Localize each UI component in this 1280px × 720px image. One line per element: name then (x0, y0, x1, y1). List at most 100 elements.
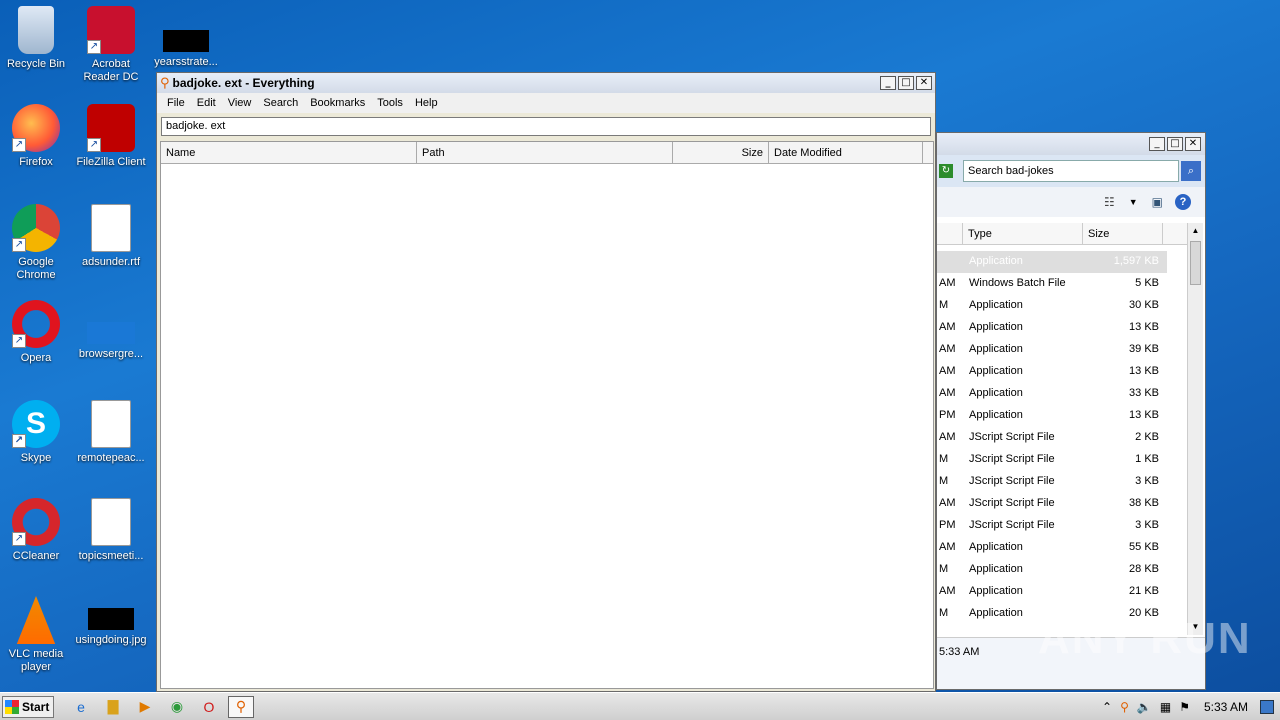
desktop-icon-ccleaner[interactable]: ↗ CCleaner (0, 498, 72, 563)
windows-logo-icon (5, 699, 19, 714)
desktop-icon-browsergre[interactable]: browsergre... (75, 300, 147, 361)
table-row[interactable]: M JScript Script File 3 KB (937, 471, 1167, 493)
scrollbar-thumb[interactable] (1190, 241, 1201, 285)
desktop-icon-topicsmeeti[interactable]: topicsmeeti... (75, 498, 147, 563)
minimize-button[interactable]: _ (1149, 137, 1165, 151)
everything-taskbar-icon[interactable]: ⚲ (228, 695, 254, 718)
help-icon[interactable]: ? (1175, 194, 1191, 210)
start-button[interactable]: Start (2, 695, 54, 718)
media-player-icon[interactable]: ▶ (132, 696, 158, 718)
row-type: Application (969, 585, 1023, 597)
table-row[interactable]: M Application 28 KB (937, 559, 1167, 581)
menu-tools[interactable]: Tools (371, 97, 409, 109)
results-list[interactable]: Name Path Size Date Modified (160, 141, 934, 689)
file-thumbnail-icon (163, 30, 209, 52)
table-row[interactable]: M Application 30 KB (937, 295, 1167, 317)
row-type: JScript Script File (969, 453, 1055, 465)
close-button[interactable]: ✕ (916, 76, 932, 90)
menu-edit[interactable]: Edit (191, 97, 222, 109)
desktop-icon-yearsstrate[interactable]: yearsstrate... (150, 20, 222, 69)
desktop-icon-acrobat[interactable]: ↗ Acrobat Reader DC (75, 6, 147, 84)
desktop-icon-remotepeac[interactable]: remotepeac... (75, 400, 147, 465)
maximize-button[interactable]: □ (898, 76, 914, 90)
row-date: M (939, 475, 949, 487)
preview-pane-icon[interactable]: ▣ (1152, 195, 1163, 209)
menu-bookmarks[interactable]: Bookmarks (304, 97, 371, 109)
maximize-button[interactable]: □ (1167, 137, 1183, 151)
row-date: AM (939, 321, 956, 333)
file-explorer-icon[interactable]: ▇ (100, 696, 126, 718)
word-document-icon (91, 498, 131, 546)
column-size[interactable]: Size (1083, 223, 1163, 244)
row-size: 13 KB (1129, 365, 1159, 377)
table-row[interactable]: AM Windows Batch File 5 KB (937, 273, 1167, 295)
row-size: 33 KB (1129, 387, 1159, 399)
table-row[interactable]: M JScript Script File 1 KB (937, 449, 1167, 471)
row-date: M (939, 453, 949, 465)
show-hidden-icons-icon[interactable]: ⌃ (1102, 700, 1112, 714)
minimize-button[interactable]: _ (880, 76, 896, 90)
skype-icon: S ↗ (12, 400, 60, 448)
explorer-column-header: Type Size (937, 223, 1189, 245)
desktop-icon-firefox[interactable]: ↗ Firefox (0, 104, 72, 169)
opera-taskbar-icon[interactable]: O (196, 696, 222, 718)
taskbar: Start e ▇ ▶ ◉ O ⚲ ⌃ ⚲ 🔈 ▦ ⚑ 5:33 AM (0, 692, 1280, 720)
column-path[interactable]: Path (417, 142, 673, 163)
column-date-modified[interactable]: Date Modified (769, 142, 923, 163)
desktop-icon-chrome[interactable]: ↗ Google Chrome (0, 204, 72, 282)
desktop-icon-opera[interactable]: ↗ Opera (0, 300, 72, 365)
table-row[interactable]: AM Application 55 KB (937, 537, 1167, 559)
show-desktop-button[interactable] (1260, 699, 1274, 714)
refresh-icon[interactable]: ↻ (939, 164, 953, 178)
menu-help[interactable]: Help (409, 97, 444, 109)
table-row[interactable]: AM Application 13 KB (937, 361, 1167, 383)
desktop-icon-usingdoing[interactable]: usingdoing.jpg (75, 608, 147, 647)
action-center-flag-icon[interactable]: ⚑ (1179, 700, 1190, 714)
menu-view[interactable]: View (222, 97, 258, 109)
explorer-address-row: ↻ Search bad-jokes ⌕ (937, 155, 1205, 187)
table-row[interactable]: AM Application 33 KB (937, 383, 1167, 405)
table-row[interactable]: Application 1,597 KB (937, 251, 1167, 273)
menu-bar: File Edit View Search Bookmarks Tools He… (157, 93, 935, 113)
column-name[interactable]: Name (161, 142, 417, 163)
table-row[interactable]: AM JScript Script File 2 KB (937, 427, 1167, 449)
desktop-icon-recycle-bin[interactable]: Recycle Bin (0, 6, 72, 71)
explorer-scrollbar[interactable]: ▲ ▼ (1187, 223, 1203, 635)
chevron-down-icon[interactable]: ▼ (1129, 197, 1138, 207)
desktop-icon-adsunder[interactable]: adsunder.rtf (75, 204, 147, 269)
network-icon[interactable]: ▦ (1160, 700, 1171, 714)
desktop-icon-skype[interactable]: S ↗ Skype (0, 400, 72, 465)
desktop-icon-vlc[interactable]: VLC media player (0, 596, 72, 674)
table-row[interactable]: AM Application 21 KB (937, 581, 1167, 603)
table-row[interactable]: AM Application 13 KB (937, 317, 1167, 339)
view-options-icon[interactable]: ☷ (1104, 195, 1115, 209)
row-date: M (939, 299, 949, 311)
column-size[interactable]: Size (673, 142, 769, 163)
table-row[interactable]: AM JScript Script File 38 KB (937, 493, 1167, 515)
explorer-window: _ □ ✕ ↻ Search bad-jokes ⌕ ☷ ▼ ▣ ? Type … (936, 132, 1206, 690)
everything-tray-icon[interactable]: ⚲ (1120, 700, 1129, 714)
explorer-file-list: Application 1,597 KB AM Windows Batch File 5… (937, 251, 1189, 636)
desktop-icon-filezilla[interactable]: ↗ FileZilla Client (75, 104, 147, 169)
clock[interactable]: 5:33 AM (1204, 700, 1248, 714)
menu-file[interactable]: File (161, 97, 191, 109)
table-row[interactable]: AM Application 39 KB (937, 339, 1167, 361)
table-row[interactable]: PM JScript Script File 3 KB (937, 515, 1167, 537)
search-input[interactable]: badjoke. ext (161, 117, 931, 136)
explorer-search-input[interactable]: Search bad-jokes (963, 160, 1179, 182)
search-icon[interactable]: ⌕ (1181, 161, 1201, 181)
row-size: 1,597 KB (1113, 255, 1159, 267)
menu-search[interactable]: Search (257, 97, 304, 109)
column-type[interactable]: Type (963, 223, 1083, 244)
row-size: 38 KB (1129, 497, 1159, 509)
chrome-taskbar-icon[interactable]: ◉ (164, 696, 190, 718)
volume-icon[interactable]: 🔈 (1137, 700, 1152, 714)
row-size: 3 KB (1135, 519, 1159, 531)
close-button[interactable]: ✕ (1185, 137, 1201, 151)
everything-titlebar: ⚲ badjoke. ext - Everything _ □ ✕ (157, 73, 935, 93)
row-type: Application (969, 387, 1023, 399)
internet-explorer-icon[interactable]: e (68, 696, 94, 718)
table-row[interactable]: PM Application 13 KB (937, 405, 1167, 427)
scroll-up-icon[interactable]: ▲ (1188, 223, 1203, 239)
row-date: AM (939, 365, 956, 377)
